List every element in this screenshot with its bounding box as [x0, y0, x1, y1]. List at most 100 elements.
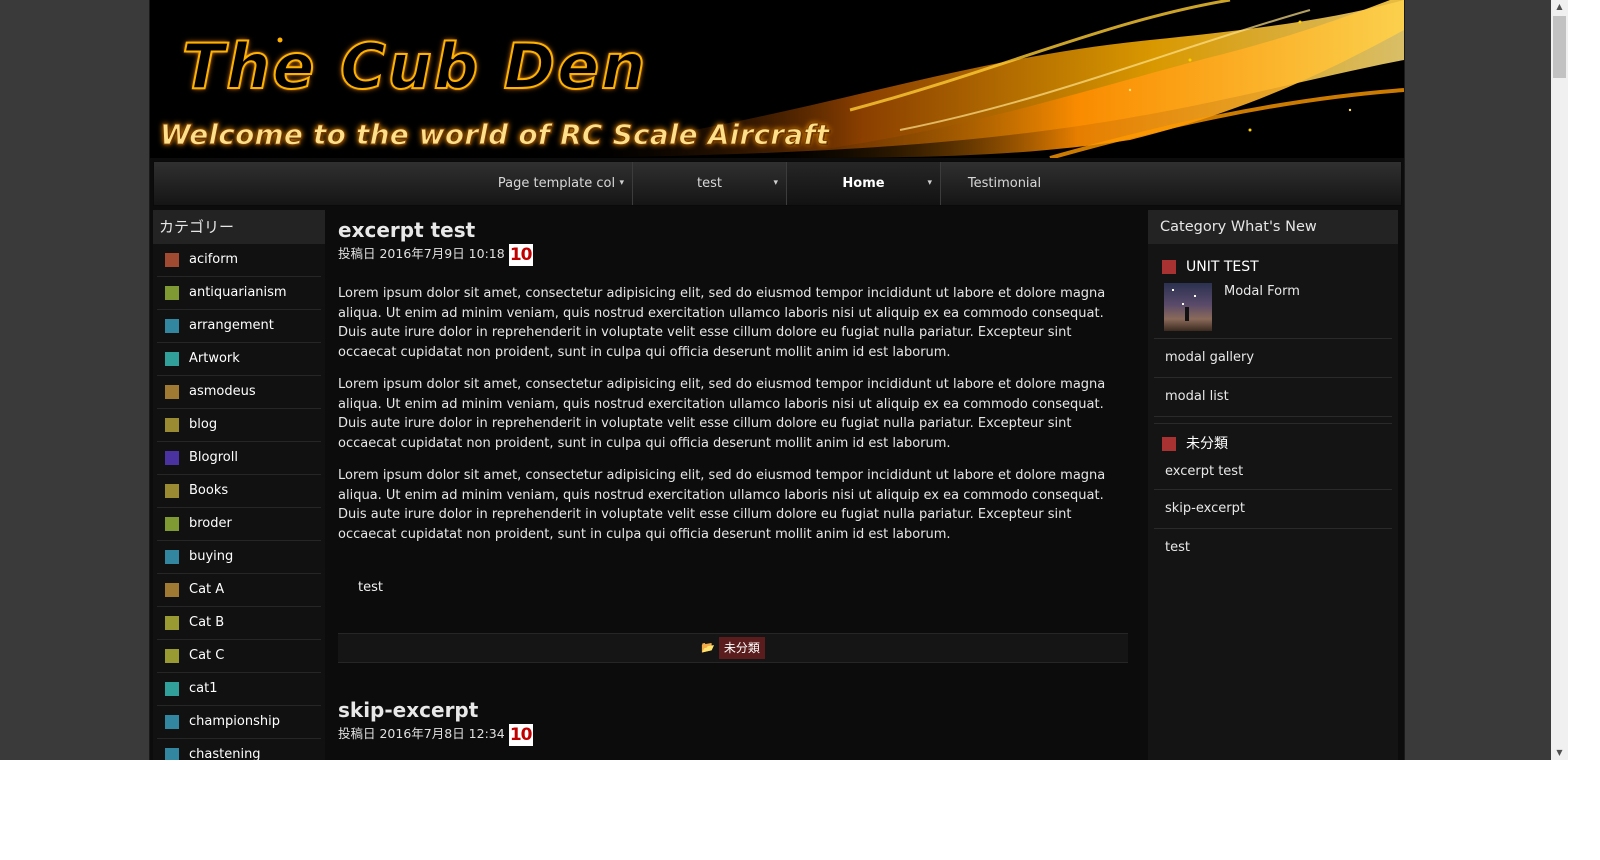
category-item[interactable]: aciform [157, 244, 321, 277]
post: excerpt test 投稿日 2016年7月9日 10:18 10 Lorem… [338, 218, 1128, 663]
category-color-swatch [165, 319, 179, 333]
folder-icon: 📂 [701, 641, 715, 654]
category-item[interactable]: cat1 [157, 673, 321, 706]
category-group-title[interactable]: 未分類 [1148, 433, 1398, 455]
category-color-swatch [165, 649, 179, 663]
post-thumbnail[interactable] [1164, 283, 1212, 331]
main-content: excerpt test 投稿日 2016年7月9日 10:18 10 Lorem… [338, 210, 1128, 760]
whats-new-link[interactable]: excerpt test [1154, 455, 1392, 490]
vertical-scrollbar[interactable]: ▲ ▼ [1551, 0, 1568, 760]
category-label: blog [189, 417, 218, 432]
category-color-swatch [165, 517, 179, 531]
category-label: buying [189, 549, 234, 564]
category-item[interactable]: championship [157, 706, 321, 739]
category-group-label: UNIT TEST [1186, 259, 1259, 275]
category-group-title[interactable]: UNIT TEST [1148, 256, 1398, 278]
category-group-label: 未分類 [1186, 436, 1228, 452]
nav-item-label: test [697, 176, 722, 191]
scrollbar-thumb[interactable] [1553, 16, 1566, 78]
whats-new-link[interactable]: skip-excerpt [1154, 490, 1392, 529]
category-label: Cat B [189, 615, 225, 630]
post-extra-text: test [358, 580, 383, 595]
main-navigation: Page template col ▾ test ▾ Home ▾ Testim… [153, 161, 1402, 206]
nav-item-home[interactable]: Home ▾ [787, 162, 941, 205]
chevron-double-down-icon: ▾ [773, 178, 778, 188]
divider [1154, 423, 1392, 424]
nav-item-page-template-col[interactable]: Page template col ▾ [481, 162, 633, 205]
post-title[interactable]: skip-excerpt [338, 698, 1128, 722]
category-label: antiquarianism [189, 285, 287, 300]
featured-post-title[interactable]: Modal Form [1224, 284, 1300, 299]
category-label: championship [189, 714, 280, 729]
nav-item-testimonial[interactable]: Testimonial [941, 162, 1068, 205]
whats-new-link[interactable]: modal gallery [1154, 339, 1392, 378]
category-item[interactable]: Cat B [157, 607, 321, 640]
site-tagline: Welcome to the world of RC Scale Aircraf… [159, 118, 830, 152]
post-title[interactable]: excerpt test [338, 218, 1128, 242]
category-item[interactable]: chastening [157, 739, 321, 760]
post-paragraph: Lorem ipsum dolor sit amet, consectetur … [338, 286, 1106, 360]
category-color-swatch [165, 451, 179, 465]
nav-item-test[interactable]: test ▾ [633, 162, 787, 205]
category-item[interactable]: asmodeus [157, 376, 321, 409]
page-container: The Cub Den Welcome to the world of RC S… [149, 0, 1405, 760]
scroll-up-arrow-icon[interactable]: ▲ [1551, 0, 1568, 14]
category-label: cat1 [189, 681, 218, 696]
category-item[interactable]: arrangement [157, 310, 321, 343]
post-paragraph: Lorem ipsum dolor sit amet, consectetur … [338, 468, 1106, 542]
category-color-square [1162, 260, 1176, 274]
category-label: Cat A [189, 582, 225, 597]
category-color-swatch [165, 385, 179, 399]
whats-new-link[interactable]: test [1154, 529, 1392, 567]
scroll-down-arrow-icon[interactable]: ▼ [1551, 746, 1568, 760]
category-item[interactable]: Artwork [157, 343, 321, 376]
star-dot [1182, 303, 1184, 305]
category-item[interactable]: Blogroll [157, 442, 321, 475]
category-item[interactable]: buying [157, 541, 321, 574]
category-color-swatch [165, 616, 179, 630]
category-label: aciform [189, 252, 239, 267]
category-item[interactable]: broder [157, 508, 321, 541]
post-body: Lorem ipsum dolor sit amet, consectetur … [338, 284, 1128, 544]
category-label: Cat C [189, 648, 225, 663]
silhouette-figure [1185, 307, 1189, 321]
category-color-square [1162, 437, 1176, 451]
category-item[interactable]: Books [157, 475, 321, 508]
site-title[interactable]: The Cub Den [181, 29, 647, 104]
right-sidebar: Category What's New UNIT TEST Modal Form… [1148, 210, 1398, 760]
category-color-swatch [165, 583, 179, 597]
post-date: 投稿日 2016年7月8日 12:34 [338, 726, 505, 741]
category-color-swatch [165, 286, 179, 300]
category-color-swatch [165, 550, 179, 564]
category-item[interactable]: Cat A [157, 574, 321, 607]
post-meta: 投稿日 2016年7月9日 10:18 10 [338, 242, 1128, 266]
category-item[interactable]: blog [157, 409, 321, 442]
post-category-link[interactable]: 未分類 [718, 637, 765, 659]
category-list: aciform antiquarianism arrangement Artwork a… [153, 244, 325, 760]
category-color-swatch [165, 715, 179, 729]
category-label: arrangement [189, 318, 274, 333]
date-badge: 10 [508, 723, 533, 746]
category-item[interactable]: antiquarianism [157, 277, 321, 310]
post-paragraph: Lorem ipsum dolor sit amet, consectetur … [338, 377, 1106, 451]
star-dot [1172, 289, 1174, 291]
chevron-double-down-icon: ▾ [927, 178, 932, 188]
category-label: Books [189, 483, 229, 498]
whats-new-link[interactable]: modal list [1154, 378, 1392, 417]
category-color-swatch [165, 352, 179, 366]
categories-heading: カテゴリー [153, 210, 325, 244]
category-label: asmodeus [189, 384, 256, 399]
date-badge: 10 [508, 243, 533, 266]
category-color-swatch [165, 682, 179, 696]
category-item[interactable]: Cat C [157, 640, 321, 673]
nav-item-label: Home [842, 176, 885, 191]
post-date: 投稿日 2016年7月9日 10:18 [338, 246, 505, 261]
chevron-double-down-icon: ▾ [619, 178, 624, 188]
category-color-swatch [165, 484, 179, 498]
post: skip-excerpt 投稿日 2016年7月8日 12:34 10 [338, 698, 1128, 746]
category-label: broder [189, 516, 232, 531]
nav-item-label: Page template col [497, 176, 616, 191]
featured-post[interactable]: Modal Form [1148, 278, 1398, 338]
category-color-swatch [165, 253, 179, 267]
site-header-banner[interactable]: The Cub Den Welcome to the world of RC S… [150, 0, 1404, 158]
